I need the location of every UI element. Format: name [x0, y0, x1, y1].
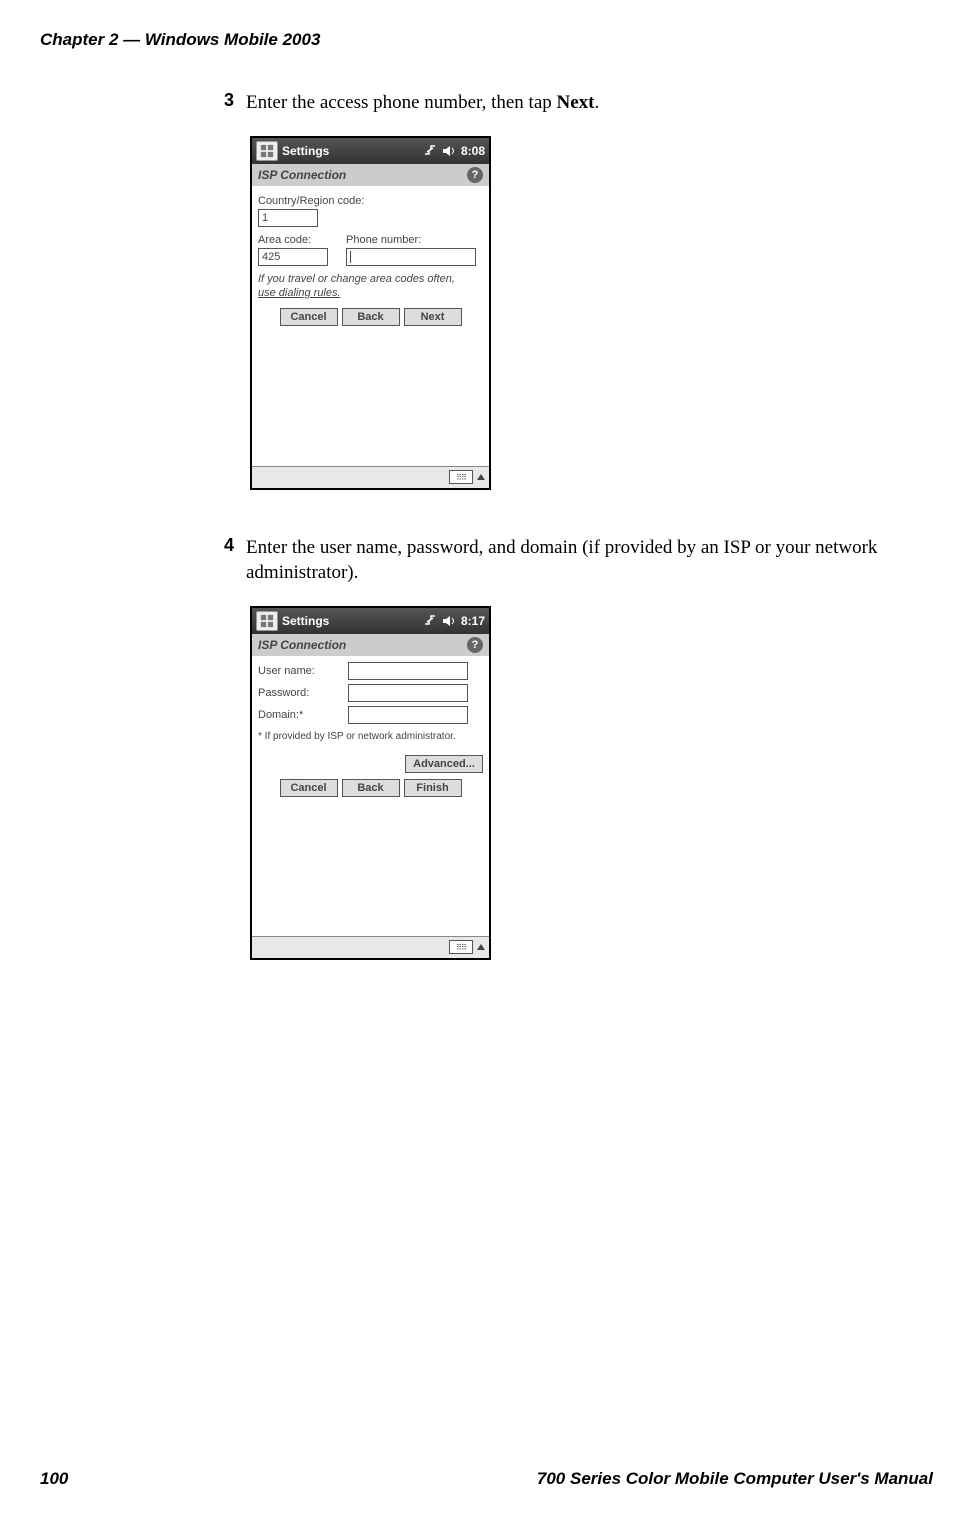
speaker-icon[interactable]	[442, 614, 456, 628]
start-icon[interactable]	[256, 141, 278, 161]
help-icon[interactable]: ?	[467, 167, 483, 183]
input-username[interactable]	[348, 662, 468, 680]
page-header: Chapter 2 — Windows Mobile 2003	[40, 30, 933, 50]
subheader: ISP Connection ?	[252, 164, 489, 186]
clock-time: 8:08	[461, 144, 485, 158]
next-button[interactable]: Next	[404, 308, 462, 326]
titlebar: Settings 8:17	[252, 608, 489, 634]
step-4-number: 4	[220, 535, 234, 556]
label-area: Area code:	[258, 234, 338, 246]
step-3: 3 Enter the access phone number, then ta…	[220, 90, 923, 116]
label-domain: Domain:*	[258, 709, 348, 721]
input-domain[interactable]	[348, 706, 468, 724]
screenshot-credentials: Settings 8:17 ISP Connection ?	[250, 606, 491, 960]
back-button[interactable]: Back	[342, 779, 400, 797]
cancel-button[interactable]: Cancel	[280, 308, 338, 326]
hint-line1: If you travel or change area codes often…	[258, 273, 455, 285]
use-dialing-rules-link[interactable]: use dialing rules.	[258, 287, 341, 299]
clock-time: 8:17	[461, 614, 485, 628]
step-3-text-after: .	[595, 92, 600, 113]
page-number: 100	[40, 1469, 68, 1489]
cancel-button[interactable]: Cancel	[280, 779, 338, 797]
step-3-text-before: Enter the access phone number, then tap	[246, 92, 557, 113]
manual-title: 700 Series Color Mobile Computer User's …	[537, 1469, 933, 1489]
step-3-text-bold: Next	[557, 92, 595, 113]
input-password[interactable]	[348, 684, 468, 702]
connectivity-icon[interactable]	[423, 614, 437, 628]
screenshot-phone-number: Settings 8:08 ISP Connection ?	[250, 136, 491, 490]
input-phone[interactable]	[346, 248, 476, 266]
help-icon[interactable]: ?	[467, 637, 483, 653]
label-phone: Phone number:	[346, 234, 483, 246]
label-username: User name:	[258, 665, 348, 677]
step-4: 4 Enter the user name, password, and dom…	[220, 535, 923, 586]
speaker-icon[interactable]	[442, 144, 456, 158]
input-area[interactable]: 425	[258, 248, 328, 266]
keyboard-icon[interactable]: ⠿⠿	[449, 470, 473, 484]
bottom-bar: ⠿⠿	[252, 466, 489, 488]
keyboard-icon[interactable]: ⠿⠿	[449, 940, 473, 954]
label-password: Password:	[258, 687, 348, 699]
arrow-up-icon[interactable]	[477, 944, 485, 950]
finish-button[interactable]: Finish	[404, 779, 462, 797]
advanced-button[interactable]: Advanced...	[405, 755, 483, 773]
step-3-text: Enter the access phone number, then tap …	[246, 90, 599, 116]
back-button[interactable]: Back	[342, 308, 400, 326]
connectivity-icon[interactable]	[423, 144, 437, 158]
step-3-number: 3	[220, 90, 234, 111]
arrow-up-icon[interactable]	[477, 474, 485, 480]
text-cursor-icon	[350, 251, 351, 263]
titlebar: Settings 8:08	[252, 138, 489, 164]
input-country[interactable]: 1	[258, 209, 318, 227]
start-icon[interactable]	[256, 611, 278, 631]
hint-text: * If provided by ISP or network administ…	[258, 730, 483, 743]
page-footer: 100 700 Series Color Mobile Computer Use…	[40, 1469, 933, 1489]
bottom-bar: ⠿⠿	[252, 936, 489, 958]
titlebar-title: Settings	[282, 614, 329, 628]
subheader: ISP Connection ?	[252, 634, 489, 656]
step-4-text: Enter the user name, password, and domai…	[246, 535, 923, 586]
hint-text: If you travel or change area codes often…	[258, 272, 483, 301]
subheader-text: ISP Connection	[258, 638, 346, 652]
subheader-text: ISP Connection	[258, 168, 346, 182]
titlebar-title: Settings	[282, 144, 329, 158]
label-country: Country/Region code:	[258, 195, 483, 207]
